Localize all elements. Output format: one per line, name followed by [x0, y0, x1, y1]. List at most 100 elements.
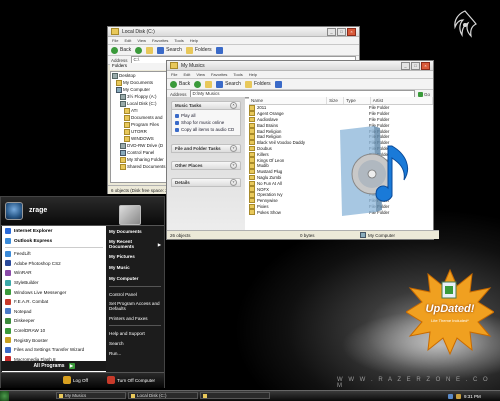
program-item[interactable]: F.E.A.R. Combat	[2, 297, 106, 307]
program-item[interactable]: StyleBuilder	[2, 278, 106, 288]
up-button[interactable]	[146, 46, 154, 54]
back-button[interactable]: Back	[170, 80, 190, 88]
tree-node[interactable]: ATI	[111, 107, 168, 114]
run-link[interactable]: Run...	[106, 348, 164, 358]
folder-icon	[120, 163, 126, 170]
column-artist[interactable]: Artist	[371, 97, 433, 104]
details-header[interactable]: Details ˅	[171, 178, 241, 187]
column-type[interactable]: Type	[344, 97, 371, 104]
menu-view[interactable]: View	[196, 72, 205, 77]
my-music-link[interactable]: My Music	[106, 262, 164, 273]
all-programs-button[interactable]: All Programs ▶	[2, 361, 106, 371]
program-item[interactable]: Files and Settings Transfer Wizard	[2, 345, 106, 355]
expand-icon[interactable]: ˅	[230, 179, 237, 186]
up-button[interactable]	[205, 80, 213, 88]
menu-tools[interactable]: Tools	[174, 38, 183, 43]
tree-node[interactable]: WINDOWS	[111, 135, 168, 142]
program-item[interactable]: FeedLift	[2, 249, 106, 259]
taskbar-button-window[interactable]	[200, 392, 270, 399]
program-item[interactable]: Windows Live Messenger	[2, 287, 106, 297]
tree-node[interactable]: 3½ Floppy (A:)	[111, 93, 168, 100]
my-computer-link[interactable]: My Computer	[106, 273, 164, 284]
tree-node[interactable]: Documents and	[111, 114, 168, 121]
minimize-button[interactable]: _	[327, 27, 336, 36]
search-button[interactable]: Search	[157, 46, 182, 54]
search-button[interactable]: Search	[216, 80, 241, 88]
menu-view[interactable]: View	[137, 38, 146, 43]
program-item[interactable]: Diskeeper	[2, 316, 106, 326]
menu-favorites[interactable]: Favorites	[152, 38, 168, 43]
program-access-link[interactable]: Set Program Access and Defaults	[106, 299, 164, 313]
program-item[interactable]: CorelDRAW 10	[2, 326, 106, 336]
title-bar[interactable]: My Musics _ □ ×	[167, 61, 433, 71]
menu-file[interactable]: File	[171, 72, 177, 77]
forward-button[interactable]	[194, 80, 202, 88]
log-off-button[interactable]: Log Off	[63, 376, 88, 384]
menu-file[interactable]: File	[112, 38, 118, 43]
taskbar-button-my-musics[interactable]: My Musics	[56, 392, 126, 399]
maximize-button[interactable]: □	[411, 61, 420, 70]
menu-edit[interactable]: Edit	[124, 38, 131, 43]
music-tasks-header[interactable]: Music Tasks ˄	[171, 101, 241, 110]
user-avatar[interactable]	[5, 202, 23, 220]
tree-node[interactable]: Program Files	[111, 121, 168, 128]
control-panel-link[interactable]: Control Panel	[106, 289, 164, 299]
menu-tools[interactable]: Tools	[233, 72, 242, 77]
views-button[interactable]	[215, 46, 223, 54]
folder-tree[interactable]: Desktop My Documents My Computer 3½ Flop…	[110, 71, 169, 183]
tree-node[interactable]: UTORR	[111, 128, 168, 135]
pinned-outlook-express[interactable]: Outlook Express	[2, 236, 106, 246]
play-all-link[interactable]: Play all	[175, 112, 237, 119]
taskbar-button-local-disk[interactable]: Local Disk (C:)	[128, 392, 198, 399]
tree-node[interactable]: Desktop	[111, 72, 168, 79]
menu-help[interactable]: Help	[249, 72, 257, 77]
help-support-link[interactable]: Help and Support	[106, 328, 164, 338]
tree-node[interactable]: Shared Documents	[111, 163, 168, 170]
menu-edit[interactable]: Edit	[183, 72, 190, 77]
user-picture[interactable]	[119, 205, 141, 225]
program-item[interactable]: WinRAR	[2, 268, 106, 278]
file-name-label: Killers	[257, 151, 269, 157]
my-recent-documents-link[interactable]: My Recent Documents ▶	[106, 237, 164, 251]
other-places-header[interactable]: Other Places ˅	[171, 161, 241, 170]
close-button[interactable]: ×	[347, 27, 356, 36]
tree-node[interactable]: Local Disk (C:)	[111, 100, 168, 107]
back-button[interactable]: Back	[111, 46, 131, 54]
folders-button[interactable]: Folders	[244, 80, 271, 88]
shop-online-link[interactable]: Shop for music online	[175, 119, 237, 126]
program-item[interactable]: Registry Booster	[2, 335, 106, 345]
tree-node[interactable]: My Sharing Folder	[111, 156, 168, 163]
pinned-internet-explorer[interactable]: Internet Explorer	[2, 226, 106, 236]
minimize-button[interactable]: _	[401, 61, 410, 70]
column-name[interactable]: Name	[249, 97, 328, 104]
tree-node[interactable]: Control Panel	[111, 149, 168, 156]
program-item[interactable]: Adobe Photoshop CS2	[2, 259, 106, 269]
tree-node[interactable]: My Computer	[111, 86, 168, 93]
maximize-button[interactable]: □	[337, 27, 346, 36]
title-bar[interactable]: Local Disk (C:) _ □ ×	[108, 27, 359, 37]
my-pictures-link[interactable]: My Pictures	[106, 251, 164, 262]
my-documents-link[interactable]: My Documents	[106, 226, 164, 237]
copy-to-cd-link[interactable]: Copy all items to audio CD	[175, 126, 237, 133]
expand-icon[interactable]: ˅	[230, 145, 237, 152]
folders-button[interactable]: Folders	[185, 46, 212, 54]
column-size[interactable]: Size	[327, 97, 344, 104]
views-button[interactable]	[274, 80, 282, 88]
file-folder-tasks-header[interactable]: File and Folder Tasks ˅	[171, 144, 241, 153]
clock[interactable]: 9:31 PM	[464, 394, 481, 399]
forward-button[interactable]	[135, 46, 143, 54]
network-icon[interactable]	[448, 393, 453, 399]
printers-faxes-link[interactable]: Printers and Faxes	[106, 313, 164, 323]
collapse-icon[interactable]: ˄	[230, 102, 237, 109]
turn-off-button[interactable]: Turn Off Computer	[107, 376, 155, 384]
menu-favorites[interactable]: Favorites	[211, 72, 227, 77]
expand-icon[interactable]: ˅	[230, 162, 237, 169]
go-button[interactable]: Go	[417, 91, 430, 97]
tree-node[interactable]: DVD-RW Drive (D	[111, 142, 168, 149]
search-link[interactable]: Search	[106, 338, 164, 348]
tree-node[interactable]: My Documents	[111, 79, 168, 86]
program-item[interactable]: Notepad	[2, 307, 106, 317]
menu-help[interactable]: Help	[190, 38, 198, 43]
close-button[interactable]: ×	[421, 61, 430, 70]
volume-icon[interactable]	[456, 393, 461, 399]
